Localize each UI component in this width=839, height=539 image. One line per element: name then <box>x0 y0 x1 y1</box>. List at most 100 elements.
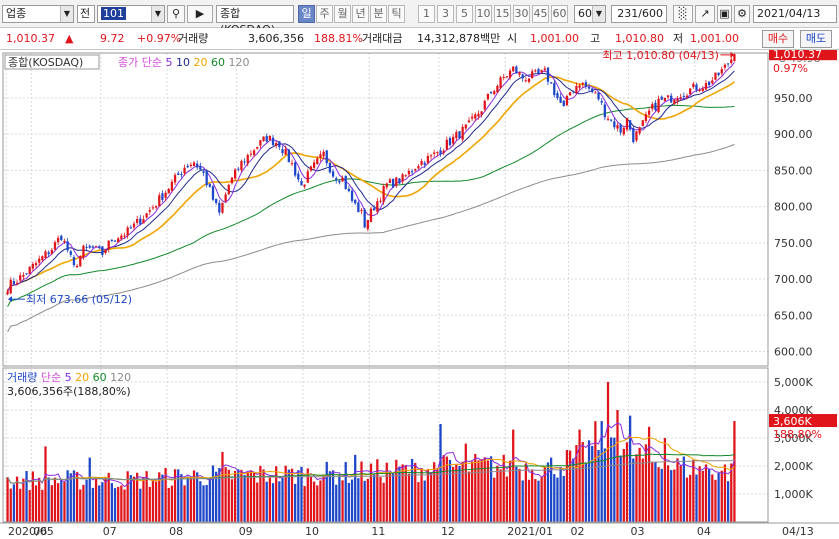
candle-body <box>233 169 237 179</box>
candle-body <box>622 127 625 135</box>
interval-button-30[interactable]: 30 <box>513 5 530 23</box>
volume-bar <box>379 477 382 522</box>
volume-bar <box>31 471 34 522</box>
candle-body <box>414 169 417 171</box>
interval-select[interactable]: 60 ▼ <box>574 5 606 23</box>
buy-button[interactable]: 매수 <box>762 30 794 48</box>
tab-period-2[interactable]: 월 <box>334 5 351 23</box>
candle-body <box>442 150 445 153</box>
volume-bar <box>12 484 16 522</box>
candle-body <box>57 237 60 243</box>
interval-button-45[interactable]: 45 <box>532 5 549 23</box>
tool-button-2[interactable]: ↗ <box>695 5 715 23</box>
interval-button-3[interactable]: 3 <box>437 5 454 23</box>
sell-button[interactable]: 매도 <box>800 30 832 48</box>
stock-chart[interactable]: 600.00 650.00 700.00 750.00 800.00 850.00 900.… <box>0 50 839 539</box>
time-tick-label: 11 <box>371 525 385 538</box>
volume-bar <box>312 481 316 522</box>
volume-bar <box>376 459 379 522</box>
volume-bar <box>537 480 540 522</box>
candle-body <box>531 71 534 79</box>
toolbar: 업종 ▼ 전 101 ▼ ⚲ ▶ 종합(KOSDAQ) 일주월년분틱 13510… <box>0 0 839 36</box>
candle-body <box>496 85 499 93</box>
interval-button-60[interactable]: 60 <box>551 5 568 23</box>
candle-body <box>644 114 648 122</box>
tab-period-5[interactable]: 틱 <box>388 5 405 23</box>
candle-body <box>546 67 550 82</box>
candle-body <box>136 219 139 223</box>
candle-body <box>376 201 379 212</box>
search-button[interactable]: ⚲ <box>167 5 185 23</box>
volume-bar <box>404 465 407 522</box>
candle-body <box>227 184 230 195</box>
market-select[interactable]: 업종 ▼ <box>2 5 74 23</box>
candle-body <box>335 178 338 180</box>
code-prefix[interactable]: 전 <box>77 5 95 23</box>
interval-button-1[interactable]: 1 <box>418 5 435 23</box>
count-display: 231/600 <box>611 5 667 23</box>
candle-body <box>625 118 629 130</box>
volume-bar <box>553 474 556 522</box>
code-input[interactable]: 101 ▼ <box>97 5 165 23</box>
volume-bar <box>373 473 376 522</box>
candle-body <box>104 250 107 253</box>
volume-bar <box>461 461 464 522</box>
interval-button-10[interactable]: 10 <box>475 5 492 23</box>
volume-bar <box>104 477 107 522</box>
candle-body <box>666 95 670 98</box>
volume-bar <box>338 475 341 522</box>
interval-button-5[interactable]: 5 <box>456 5 473 23</box>
volume-bar <box>382 482 385 522</box>
low-value: 1,001.00 <box>690 32 739 45</box>
candle-body <box>632 127 635 143</box>
candle-body <box>262 136 265 141</box>
volume-bar <box>249 470 253 522</box>
volume-bar <box>366 478 369 522</box>
settings-button[interactable]: ⚙ <box>734 5 750 23</box>
volume-bar <box>591 445 594 522</box>
volume-bar <box>726 481 730 522</box>
save-button[interactable]: ▣ <box>717 5 732 23</box>
tab-period-4[interactable]: 분 <box>370 5 387 23</box>
candle-body <box>638 127 641 134</box>
candle-body <box>543 68 546 70</box>
time-tick-label: 10 <box>305 525 319 538</box>
candle-body <box>158 195 161 207</box>
volume-bar <box>733 421 736 522</box>
volume-bar <box>632 458 635 522</box>
candle-body <box>290 163 294 165</box>
candle-body <box>682 95 685 97</box>
volume-label: 거래량 <box>178 32 209 45</box>
candle-body <box>489 91 493 94</box>
candle-body <box>553 82 556 96</box>
candle-body <box>259 140 262 146</box>
candle-body <box>429 155 433 157</box>
candle-body <box>395 177 398 187</box>
candle-body <box>508 70 512 78</box>
candle-body <box>31 263 34 269</box>
current-price: 1,010.37 <box>6 32 55 45</box>
candle-body <box>243 161 246 163</box>
time-tick-label: 07 <box>103 525 117 538</box>
candle-body <box>180 174 183 176</box>
volume-bar <box>57 483 60 522</box>
time-tick-label: 02 <box>571 525 585 538</box>
candle-body <box>689 88 692 95</box>
tool-button-1[interactable]: ░ <box>673 5 693 23</box>
date-field[interactable]: 2021/04/13 <box>753 5 837 23</box>
price-tick-label: 800.00 <box>774 201 813 214</box>
volume-value-label: 3,606,356주(188,80%) <box>7 385 131 398</box>
candle-body <box>94 246 98 248</box>
tab-period-3[interactable]: 년 <box>352 5 369 23</box>
candle-body <box>294 162 297 176</box>
tab-period-0[interactable]: 일 <box>298 5 315 23</box>
volume-bar <box>297 470 300 522</box>
time-tick-label: 09 <box>239 525 253 538</box>
volume-bar <box>75 472 79 522</box>
speaker-button[interactable]: ▶ <box>187 5 213 23</box>
volume-bar <box>69 473 72 522</box>
tab-period-1[interactable]: 주 <box>316 5 333 23</box>
interval-button-15[interactable]: 15 <box>494 5 511 23</box>
candle-body <box>192 162 196 167</box>
volume-bar <box>682 456 685 522</box>
